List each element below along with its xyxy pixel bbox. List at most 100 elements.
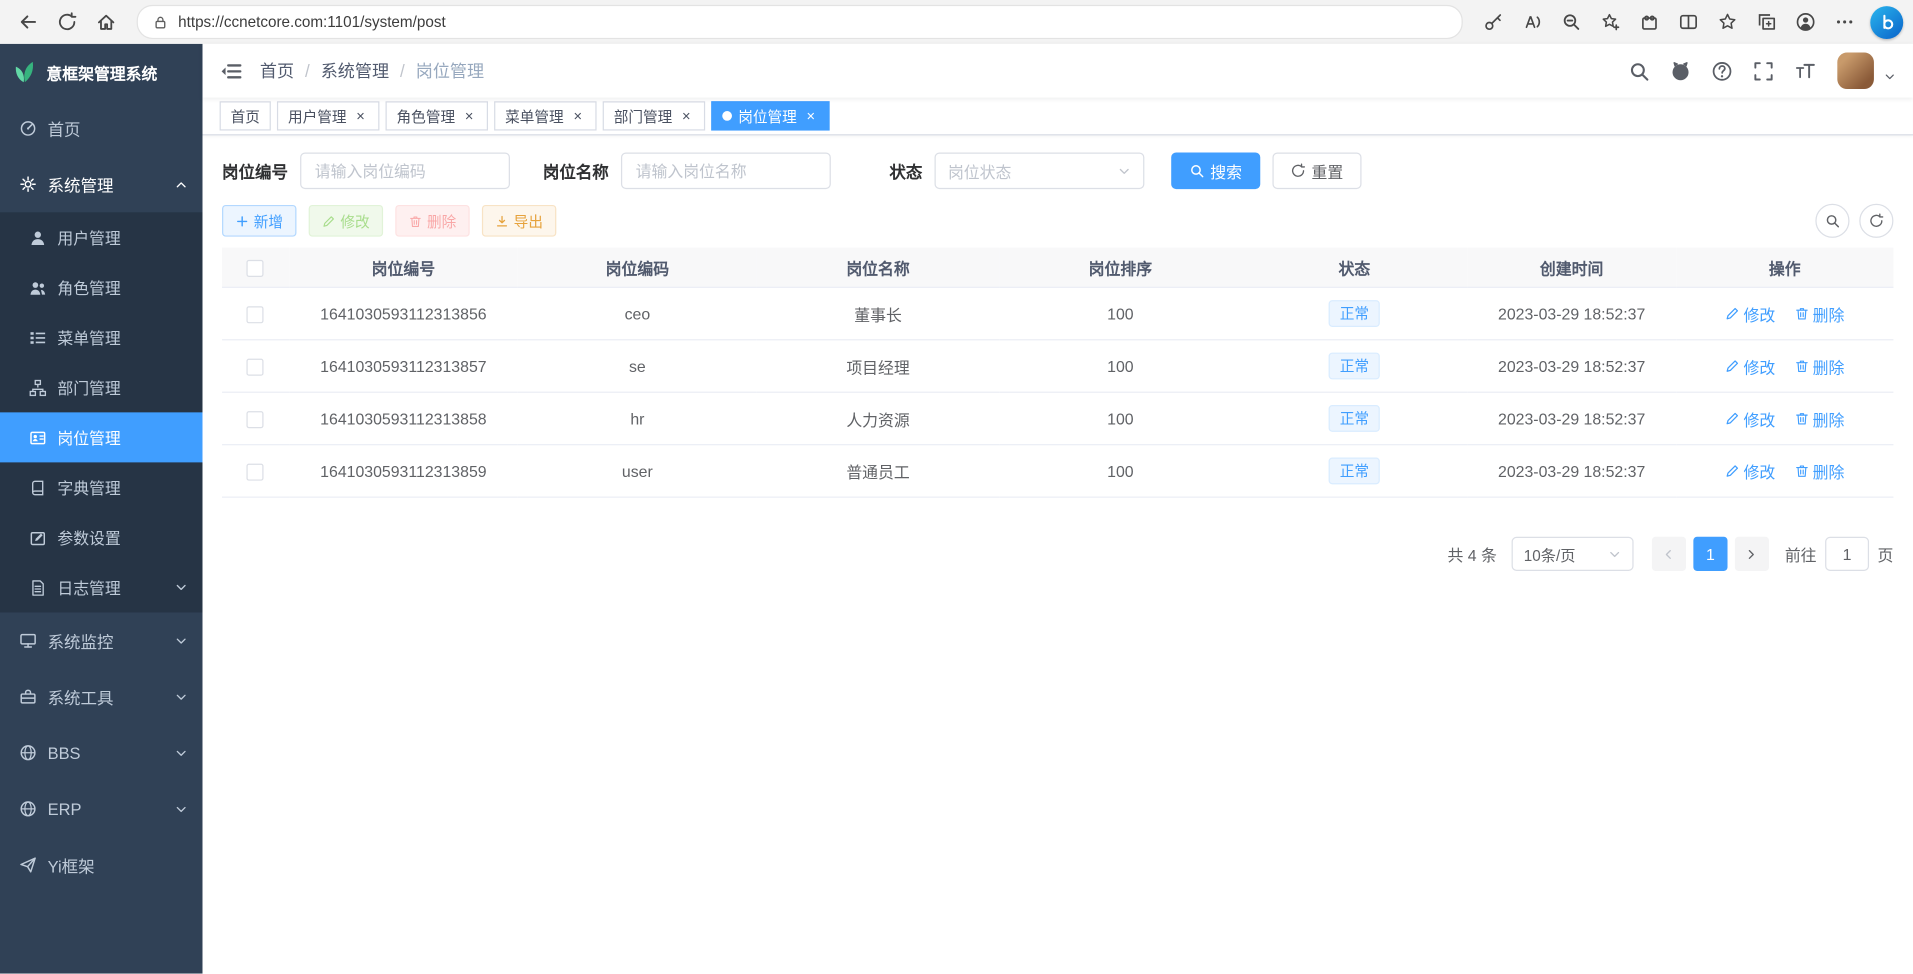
address-bar[interactable]: https://ccnetcore.com:1101/system/post: [137, 5, 1463, 39]
extensions-button[interactable]: [1631, 5, 1668, 39]
tab-close-icon[interactable]: ×: [803, 107, 819, 124]
font-size-button[interactable]: [1789, 55, 1821, 87]
read-aloud-button[interactable]: [1514, 5, 1551, 39]
help-button[interactable]: [1706, 55, 1738, 87]
chevron-down-icon: [174, 581, 187, 594]
post-name-input[interactable]: [621, 153, 831, 190]
back-button[interactable]: [10, 5, 47, 39]
sidebar-item-parameters[interactable]: 参数设置: [0, 512, 203, 562]
refresh-button[interactable]: [49, 5, 86, 39]
breadcrumb-item-current: 岗位管理: [416, 59, 484, 83]
reset-button[interactable]: 重置: [1272, 153, 1361, 190]
tab-departments[interactable]: 部门管理 ×: [603, 101, 705, 130]
cell-post-code: ceo: [518, 287, 757, 339]
sidebar-item-posts[interactable]: 岗位管理: [0, 412, 203, 462]
github-button[interactable]: [1664, 55, 1696, 87]
tab-posts-active[interactable]: 岗位管理 ×: [711, 101, 829, 130]
tab-close-icon[interactable]: ×: [461, 107, 477, 124]
sidebar-item-roles[interactable]: 角色管理: [0, 262, 203, 312]
tab-users[interactable]: 用户管理 ×: [277, 101, 379, 130]
site-info-icon[interactable]: [153, 14, 169, 30]
cell-created-time: 2023-03-29 18:52:37: [1467, 445, 1676, 497]
prev-page-button[interactable]: [1652, 537, 1686, 571]
sidebar-item-framework[interactable]: Yi框架: [0, 837, 203, 893]
sidebar-item-tools[interactable]: 系统工具: [0, 669, 203, 725]
row-edit-button[interactable]: 修改: [1725, 302, 1775, 325]
sidebar-item-dictionary[interactable]: 字典管理: [0, 462, 203, 512]
home-button[interactable]: [88, 5, 125, 39]
row-checkbox[interactable]: [247, 463, 264, 480]
add-button-label: 新增: [254, 210, 283, 231]
header-search-button[interactable]: [1623, 55, 1655, 87]
breadcrumb-item[interactable]: 首页: [260, 59, 294, 83]
search-button[interactable]: 搜索: [1171, 153, 1260, 190]
browser-profile-button[interactable]: [1787, 5, 1824, 39]
page-size-select[interactable]: 10条/页: [1512, 537, 1634, 571]
browser-toolbar: https://ccnetcore.com:1101/system/post: [0, 0, 1913, 44]
sidebar-item-users[interactable]: 用户管理: [0, 212, 203, 262]
row-delete-button[interactable]: 删除: [1794, 302, 1844, 325]
favorites-button[interactable]: [1709, 5, 1746, 39]
post-code-input[interactable]: [300, 153, 510, 190]
app-title: 意框架管理系统: [46, 60, 157, 83]
sidebar-item-system[interactable]: 系统管理: [0, 156, 203, 212]
row-delete-button[interactable]: 删除: [1794, 459, 1844, 482]
search-button-label: 搜索: [1210, 159, 1242, 182]
sidebar-item-logs[interactable]: 日志管理: [0, 562, 203, 612]
row-delete-button[interactable]: 删除: [1794, 354, 1844, 377]
current-page-button[interactable]: 1: [1693, 537, 1727, 571]
export-button[interactable]: 导出: [482, 205, 556, 237]
row-checkbox[interactable]: [247, 411, 264, 428]
bing-copilot-button[interactable]: [1870, 5, 1903, 38]
refresh-table-button[interactable]: [1859, 204, 1893, 238]
delete-button-label: 删除: [427, 210, 456, 231]
next-page-button[interactable]: [1735, 537, 1769, 571]
download-icon: [495, 214, 508, 227]
sidebar-item-home[interactable]: 首页: [0, 100, 203, 156]
row-checkbox[interactable]: [247, 306, 264, 323]
delete-button[interactable]: 删除: [395, 205, 469, 237]
sidebar-item-departments[interactable]: 部门管理: [0, 362, 203, 412]
sidebar-item-monitor[interactable]: 系统监控: [0, 612, 203, 668]
globe-icon: [20, 744, 37, 761]
avatar-caret-icon[interactable]: [1884, 71, 1896, 83]
reset-button-label: 重置: [1312, 159, 1344, 182]
chevron-down-icon: [174, 634, 187, 647]
password-button[interactable]: [1475, 5, 1512, 39]
sidebar-item-label: 日志管理: [57, 576, 120, 599]
tab-home[interactable]: 首页: [220, 101, 271, 130]
edit-button[interactable]: 修改: [309, 205, 383, 237]
user-avatar[interactable]: [1837, 52, 1874, 89]
status-select[interactable]: 岗位状态: [935, 153, 1145, 190]
cell-post-sort: 100: [999, 392, 1241, 444]
url-text: https://ccnetcore.com:1101/system/post: [178, 13, 446, 30]
row-delete-button[interactable]: 删除: [1794, 407, 1844, 430]
select-all-checkbox[interactable]: [247, 260, 264, 277]
row-edit-button[interactable]: 修改: [1725, 354, 1775, 377]
chevron-down-icon: [174, 690, 187, 703]
tab-menus[interactable]: 菜单管理 ×: [494, 101, 596, 130]
goto-page-input[interactable]: [1825, 537, 1869, 571]
tab-roles[interactable]: 角色管理 ×: [386, 101, 488, 130]
row-edit-button[interactable]: 修改: [1725, 407, 1775, 430]
row-edit-button[interactable]: 修改: [1725, 459, 1775, 482]
table-row: 1641030593112313856 ceo 董事长 100 正常 2023-…: [222, 287, 1893, 339]
split-screen-button[interactable]: [1670, 5, 1707, 39]
browser-menu-button[interactable]: [1826, 5, 1863, 39]
sidebar-toggle-icon[interactable]: [220, 59, 243, 82]
zoom-button[interactable]: [1553, 5, 1590, 39]
tab-close-icon[interactable]: ×: [570, 107, 586, 124]
breadcrumb-item[interactable]: 系统管理: [321, 59, 389, 83]
toggle-search-button[interactable]: [1815, 204, 1849, 238]
tab-close-icon[interactable]: ×: [678, 107, 694, 124]
tab-close-icon[interactable]: ×: [353, 107, 369, 124]
add-button[interactable]: 新增: [222, 205, 296, 237]
sidebar-item-menus[interactable]: 菜单管理: [0, 312, 203, 362]
add-favorite-button[interactable]: [1592, 5, 1629, 39]
sidebar-item-label: 用户管理: [57, 226, 120, 249]
fullscreen-button[interactable]: [1747, 55, 1779, 87]
sidebar-item-bbs[interactable]: BBS: [0, 725, 203, 781]
row-checkbox[interactable]: [247, 358, 264, 375]
collections-button[interactable]: [1748, 5, 1785, 39]
sidebar-item-erp[interactable]: ERP: [0, 781, 203, 837]
